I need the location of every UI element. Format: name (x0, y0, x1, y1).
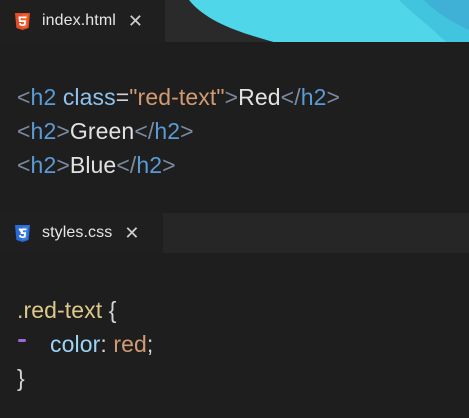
tag-name: h2 (30, 84, 57, 110)
open-brace: { (102, 297, 117, 323)
code-line-3: } (17, 365, 25, 392)
tag-name: h2 (300, 84, 327, 110)
html5-icon (14, 12, 31, 30)
css-editor[interactable]: .red-text { color: red; } (0, 253, 469, 418)
tab-bar-html: index.html ✕ (0, 0, 469, 42)
tag-name: h2 (154, 118, 181, 144)
css-property: color (50, 331, 101, 357)
code-line-1: .red-text { (17, 297, 117, 324)
text-content: Red (238, 84, 281, 110)
attribute-name: class (56, 84, 116, 110)
code-line-2: color: red; (50, 331, 153, 358)
tag-name: h2 (30, 152, 57, 178)
text-content: Green (69, 118, 135, 144)
code-line-2: <h2>Green</h2> (17, 118, 194, 145)
tag-bracket: </ (116, 152, 137, 178)
html-editor[interactable]: <h2 class="red-text">Red</h2> <h2>Green<… (0, 42, 469, 213)
tag-bracket: > (224, 84, 239, 110)
tag-bracket: > (56, 152, 70, 178)
semicolon: ; (146, 331, 154, 357)
tab-label: styles.css (42, 224, 113, 241)
tag-name: h2 (30, 118, 57, 144)
css3-icon (14, 224, 31, 242)
close-icon[interactable]: ✕ (128, 12, 143, 30)
close-icon[interactable]: ✕ (124, 224, 139, 242)
tab-label: index.html (42, 12, 116, 29)
attribute-value: "red-text" (129, 84, 225, 110)
tag-bracket: > (326, 84, 341, 110)
text-content: Blue (69, 152, 117, 178)
tab-index-html[interactable]: index.html ✕ (0, 0, 165, 42)
css-value: red (113, 331, 147, 357)
tag-bracket: > (162, 152, 176, 178)
close-brace: } (17, 365, 25, 391)
tag-bracket: < (17, 152, 31, 178)
cursor-marker (18, 339, 26, 342)
tag-bracket: < (17, 84, 31, 110)
tag-bracket: < (17, 118, 31, 144)
tag-name: h2 (136, 152, 163, 178)
tag-bracket: > (56, 118, 70, 144)
equals-sign: = (115, 84, 130, 110)
colon: : (100, 331, 114, 357)
code-line-1: <h2 class="red-text">Red</h2> (17, 84, 340, 111)
tag-bracket: </ (280, 84, 301, 110)
tag-bracket: </ (134, 118, 155, 144)
css-selector: .red-text (17, 297, 103, 323)
tab-styles-css[interactable]: styles.css ✕ (0, 213, 163, 253)
tab-bar-css: styles.css ✕ (0, 213, 469, 253)
tag-bracket: > (180, 118, 194, 144)
code-line-3: <h2>Blue</h2> (17, 152, 176, 179)
